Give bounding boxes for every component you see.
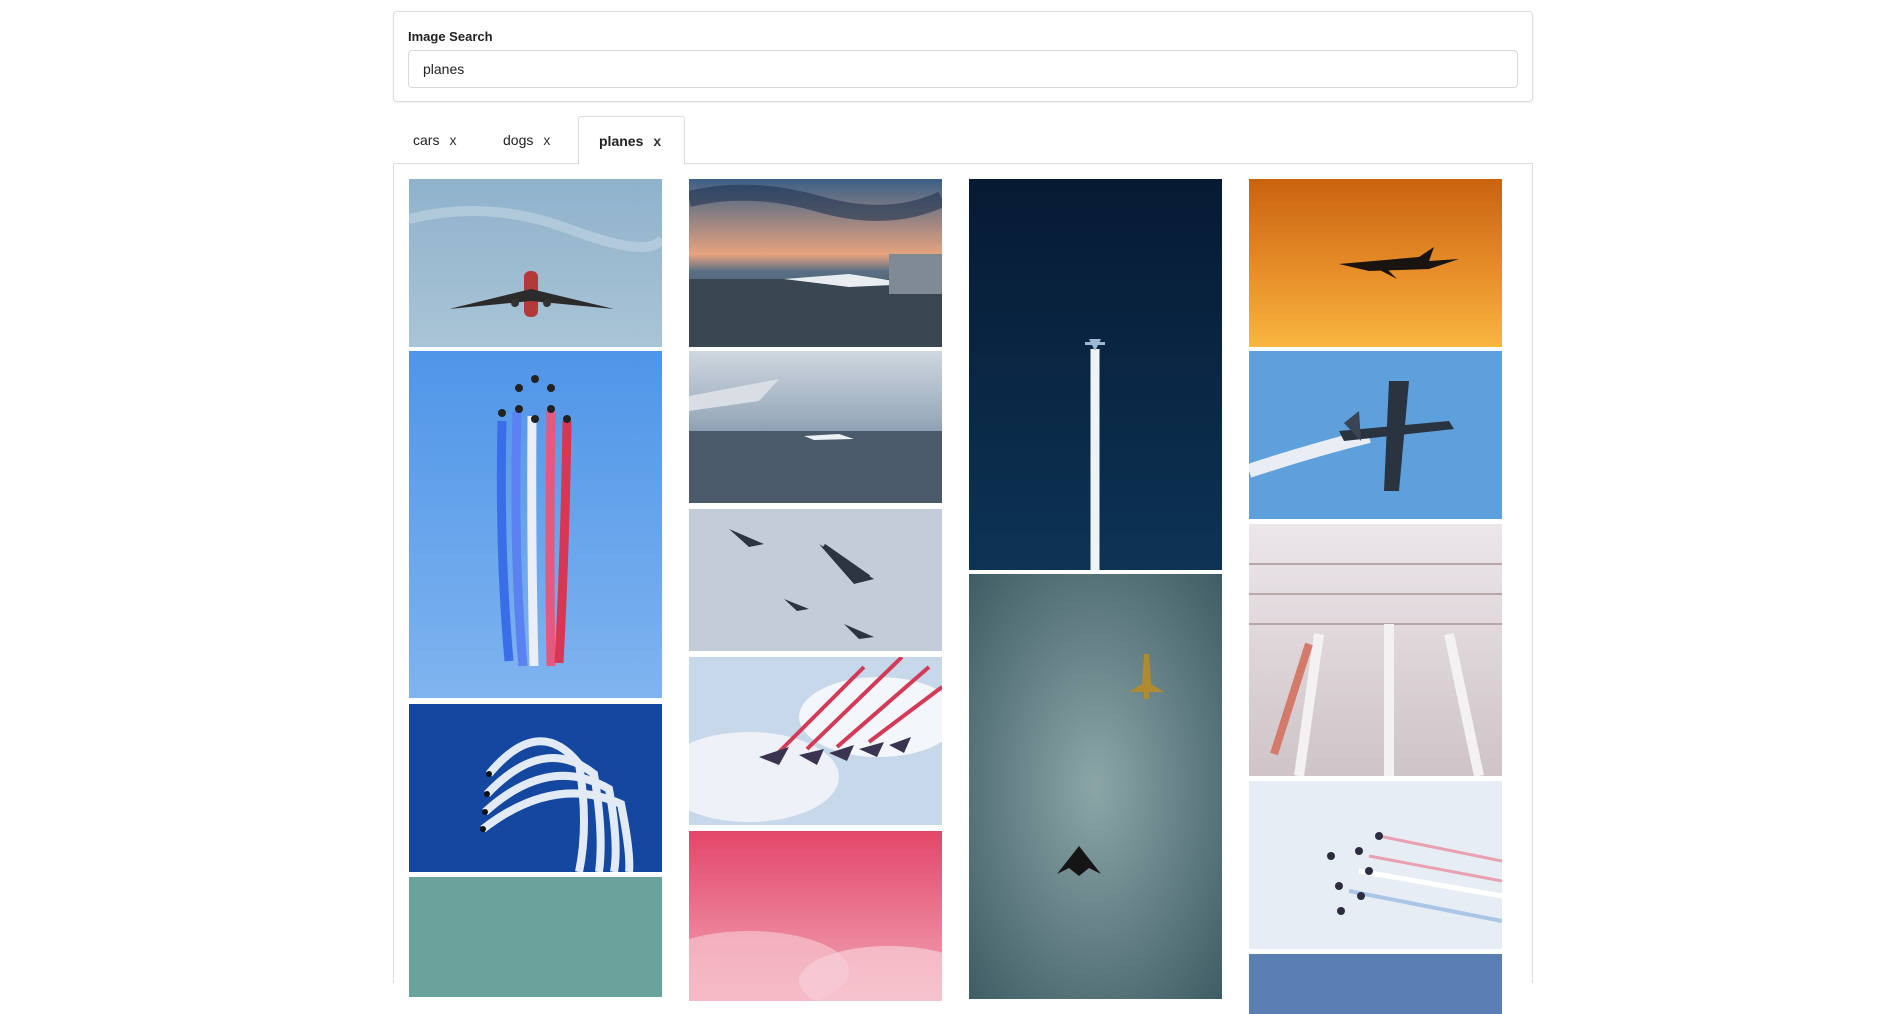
blue-sky-image: [1249, 954, 1502, 1014]
image-tile-contrail[interactable]: [969, 179, 1222, 570]
image-tile-warbird[interactable]: [1249, 351, 1502, 519]
image-tile-biplanes[interactable]: [689, 509, 942, 651]
search-tabs: cars x dogs x planes x: [393, 116, 1533, 165]
image-tile-airport-gate[interactable]: [689, 179, 942, 347]
image-tile-airliner[interactable]: [409, 179, 662, 347]
image-tile-formation-red[interactable]: [689, 657, 942, 825]
image-tile-stealth-bomber[interactable]: [969, 574, 1222, 999]
contrail-image: [969, 179, 1222, 570]
tab-dogs[interactable]: dogs x: [483, 116, 579, 164]
image-results-grid: [393, 163, 1533, 1014]
image-tile-tricolor-trails[interactable]: [1249, 781, 1502, 949]
biplanes-image: [689, 509, 942, 651]
search-label: Image Search: [408, 29, 493, 44]
stealth-bomber-image: [969, 574, 1222, 999]
image-tile-pink-sky[interactable]: [689, 831, 942, 1001]
tab-label: cars: [413, 132, 440, 148]
tab-cars[interactable]: cars x: [393, 116, 487, 164]
airliner-image: [409, 179, 662, 347]
airport-gate-image: [689, 179, 942, 347]
warbird-image: [1249, 351, 1502, 519]
jet-formation-image: [409, 351, 662, 698]
tab-planes[interactable]: planes x: [578, 116, 685, 165]
image-tile-teal-sky[interactable]: [409, 877, 662, 997]
image-tile-jumbo-sunset[interactable]: [1249, 179, 1502, 347]
image-tile-smoke-loop[interactable]: [409, 704, 662, 872]
image-tile-blue-sky[interactable]: [1249, 954, 1502, 1014]
search-input[interactable]: [408, 50, 1518, 88]
image-tile-airport-aerial[interactable]: [1249, 524, 1502, 776]
airport-aerial-image: [1249, 524, 1502, 776]
formation-red-image: [689, 657, 942, 825]
pink-sky-image: [689, 831, 942, 1001]
image-tile-window-view[interactable]: [689, 351, 942, 503]
tab-label: planes: [599, 132, 644, 149]
tricolor-trails-image: [1249, 781, 1502, 949]
jumbo-sunset-image: [1249, 179, 1502, 347]
tab-close-icon[interactable]: x: [543, 132, 550, 148]
image-tile-formation-tricolor[interactable]: [409, 351, 662, 698]
smoke-loop-image: [409, 704, 662, 872]
image-search-panel: Image Search: [393, 11, 1533, 102]
tab-label: dogs: [503, 132, 534, 148]
window-view-image: [689, 351, 942, 503]
tab-close-icon[interactable]: x: [653, 133, 661, 149]
teal-sky-image: [409, 877, 662, 997]
tab-close-icon[interactable]: x: [449, 132, 456, 148]
